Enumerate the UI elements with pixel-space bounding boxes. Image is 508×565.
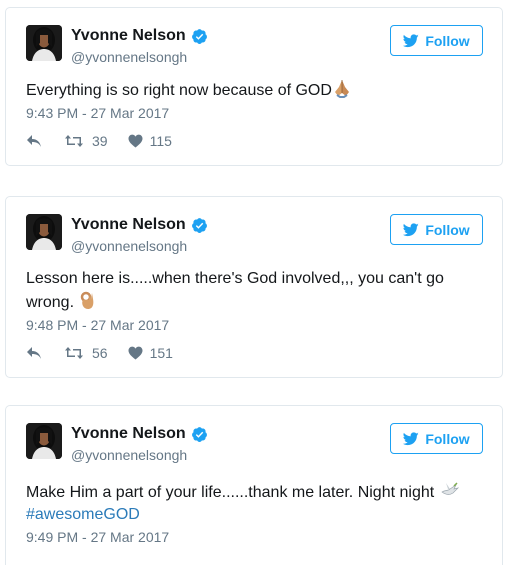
tweet-timestamp[interactable]: 9:49 PM - 27 Mar 2017	[26, 529, 169, 545]
follow-button[interactable]: Follow	[390, 214, 483, 245]
verified-badge-icon	[191, 28, 207, 44]
follow-button[interactable]: Follow	[390, 423, 483, 454]
author-name[interactable]: Yvonne Nelson	[71, 216, 186, 234]
tweet-text: Lesson here is.....when there's God invo…	[26, 268, 462, 314]
author-row: Yvonne Nelson	[71, 216, 208, 234]
twitter-bird-icon	[403, 33, 420, 47]
tweet-card: Yvonne Nelson @yvonnenelsongh Follow Mak…	[5, 405, 503, 565]
author-handle[interactable]: @yvonnenelsongh	[71, 238, 187, 254]
heart-icon	[128, 346, 143, 360]
tweet-body: Make Him a part of your life......thank …	[26, 484, 435, 501]
tweet-text: Everything is so right now because of GO…	[26, 78, 482, 102]
author-row: Yvonne Nelson	[71, 425, 208, 443]
author-name[interactable]: Yvonne Nelson	[71, 425, 186, 443]
ok-hand-emoji	[81, 291, 94, 309]
tweet-card: Yvonne Nelson @yvonnenelsongh Follow Les…	[5, 196, 503, 378]
reply-button[interactable]	[26, 346, 64, 360]
retweet-button[interactable]: 56	[64, 345, 128, 361]
twitter-bird-icon	[403, 222, 420, 236]
retweet-count: 39	[92, 133, 108, 149]
avatar[interactable]	[26, 423, 62, 459]
twitter-bird-icon	[403, 431, 420, 445]
reply-button[interactable]	[26, 134, 64, 148]
follow-button-label: Follow	[425, 32, 470, 49]
author-row: Yvonne Nelson	[71, 27, 208, 45]
like-button[interactable]: 115	[128, 133, 172, 149]
follow-button[interactable]: Follow	[390, 25, 483, 56]
verified-badge-icon	[191, 426, 207, 442]
verified-badge-icon	[191, 217, 207, 233]
hashtag-link[interactable]: #awesomeGOD	[26, 506, 140, 523]
heart-icon	[128, 134, 143, 148]
tweet-timestamp[interactable]: 9:43 PM - 27 Mar 2017	[26, 105, 169, 121]
tweet-card: Yvonne Nelson @yvonnenelsongh Follow Eve…	[5, 7, 503, 166]
tweet-body: Everything is so right now because of GO…	[26, 82, 332, 99]
author-handle[interactable]: @yvonnenelsongh	[71, 447, 187, 463]
retweet-icon	[65, 347, 83, 359]
like-count: 115	[149, 133, 172, 149]
avatar[interactable]	[26, 214, 62, 250]
tweet-actions: 39 115	[26, 133, 172, 149]
retweet-icon	[65, 135, 83, 147]
retweet-button[interactable]: 39	[64, 133, 128, 149]
follow-button-label: Follow	[425, 430, 470, 447]
retweet-count: 56	[92, 345, 108, 361]
like-count: 151	[149, 345, 173, 361]
reply-icon	[27, 135, 41, 147]
folded-hands-emoji	[334, 80, 349, 98]
author-handle[interactable]: @yvonnenelsongh	[71, 49, 187, 65]
reply-icon	[27, 347, 41, 359]
follow-button-label: Follow	[425, 221, 470, 238]
like-button[interactable]: 151	[128, 345, 173, 361]
avatar[interactable]	[26, 25, 62, 61]
tweet-actions: 56 151	[26, 345, 173, 361]
tweet-timestamp[interactable]: 9:48 PM - 27 Mar 2017	[26, 317, 169, 333]
dove-emoji	[441, 482, 459, 495]
author-name[interactable]: Yvonne Nelson	[71, 27, 186, 45]
tweet-text: Make Him a part of your life......thank …	[26, 480, 482, 526]
